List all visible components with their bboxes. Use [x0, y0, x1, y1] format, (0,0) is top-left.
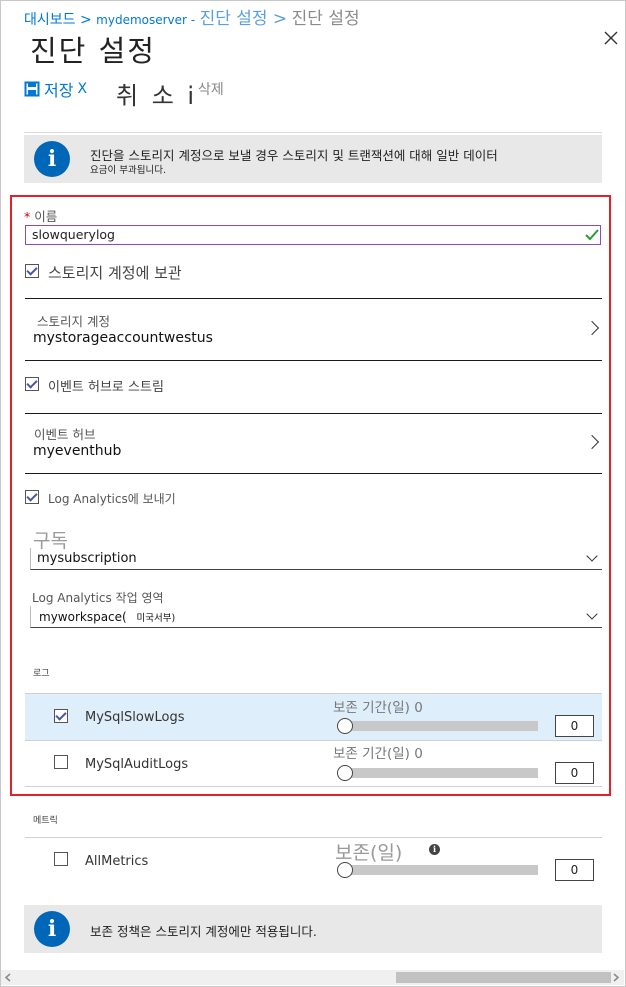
name-label-row: * 이름 — [24, 206, 57, 225]
storage-checkbox[interactable] — [25, 264, 39, 278]
info-retention-text: 보존 정책은 스토리지 계정에만 적용됩니다. — [90, 924, 317, 939]
subscription-value: mysubscription — [37, 551, 137, 566]
retention-days-input[interactable]: 0 — [555, 762, 594, 784]
retention-label: 보존(일) — [335, 842, 403, 864]
retention-label: 보존 기간(일) 0 — [333, 700, 423, 716]
breadcrumb-dashboard[interactable]: 대시보드 > — [24, 12, 92, 28]
storage-account-picker[interactable]: 스토리지 계정 mystorageaccountwestus — [25, 300, 602, 360]
eventhub-checkbox[interactable] — [25, 377, 39, 391]
chevron-right-icon — [584, 320, 600, 336]
workspace-region: 미국서부) — [136, 613, 176, 624]
workspace-value: myworkspace( 미국서부) — [39, 610, 175, 624]
info-banner-retention: i 보존 정책은 스토리지 계정에만 적용됩니다. — [24, 905, 602, 953]
workspace-dropdown[interactable]: myworkspace( 미국서부) — [30, 606, 602, 628]
log-row-checkbox[interactable] — [54, 709, 68, 723]
log-row-checkbox[interactable] — [54, 755, 68, 769]
scroll-right-icon[interactable] — [612, 973, 620, 982]
horizontal-scrollbar[interactable] — [1, 970, 624, 985]
log-row-name: MySqlAuditLogs — [85, 757, 189, 772]
close-icon[interactable] — [603, 30, 619, 46]
eventhub-checkbox-label: 이벤트 허브로 스트림 — [48, 380, 164, 395]
log-analytics-checkbox[interactable] — [25, 490, 39, 504]
save-label: 저장 — [44, 81, 74, 100]
scrollbar-thumb[interactable] — [396, 972, 611, 983]
breadcrumb-server[interactable]: mydemoserver - — [96, 13, 195, 27]
log-analytics-label: Log Analytics에 보내기 — [48, 492, 176, 506]
workspace-label: Log Analytics 작업 영역 — [32, 591, 164, 605]
divider — [25, 837, 602, 838]
storage-account-label: 스토리지 계정 — [37, 314, 110, 329]
retention-days-input[interactable]: 0 — [555, 715, 594, 737]
save-icon — [24, 81, 40, 97]
name-input[interactable]: slowquerylog — [25, 225, 601, 245]
divider — [25, 740, 602, 741]
save-x: X — [77, 81, 88, 97]
scroll-left-icon[interactable] — [4, 973, 12, 982]
cancel-button[interactable]: 취 소 i — [116, 76, 197, 111]
divider — [25, 360, 602, 361]
retention-slider-track[interactable] — [340, 721, 538, 731]
subscription-dropdown[interactable]: mysubscription — [30, 548, 602, 570]
info-icon: i — [34, 141, 70, 177]
delete-button[interactable]: 삭제 — [198, 79, 224, 99]
workspace-name: myworkspace( — [39, 610, 127, 624]
breadcrumb-diagnostics[interactable]: 진단 설정 > — [200, 9, 288, 29]
metric-row-name: AllMetrics — [85, 854, 149, 869]
breadcrumb-current: 진단 설정 — [291, 9, 360, 29]
retention-slider-track[interactable] — [340, 768, 538, 778]
divider — [25, 473, 602, 474]
breadcrumb: 대시보드 > mydemoserver - 진단 설정 > 진단 설정 — [24, 4, 360, 29]
retention-label: 보존 기간(일) 0 — [333, 746, 423, 762]
metrics-section-label: 메트릭 — [33, 816, 58, 826]
chevron-right-icon — [584, 434, 600, 450]
retention-slider-handle[interactable] — [337, 765, 353, 781]
logs-section-label: 로그 — [33, 669, 50, 679]
retention-slider-handle[interactable] — [337, 862, 353, 878]
retention-slider-track[interactable] — [340, 865, 538, 875]
metric-row-checkbox[interactable] — [54, 852, 68, 866]
page-title: 진단 설정 — [30, 34, 156, 68]
log-row-name: MySqlSlowLogs — [85, 710, 185, 725]
name-label: 이름 — [34, 209, 58, 224]
storage-checkbox-label: 스토리지 계정에 보관 — [48, 264, 182, 282]
info-banner-cost: i 진단을 스토리지 계정으로 보낼 경우 스토리지 및 트랜잭션에 대해 일반… — [24, 135, 602, 183]
info-icon: i — [34, 911, 70, 947]
eventhub-label: 이벤트 허브 — [34, 427, 96, 442]
storage-account-value: mystorageaccountwestus — [33, 330, 213, 346]
valid-check-icon — [585, 229, 599, 241]
retention-days-input[interactable]: 0 — [555, 859, 594, 881]
required-mark: * — [24, 209, 31, 224]
chevron-down-icon — [586, 608, 598, 620]
eventhub-value: myeventhub — [33, 443, 122, 459]
divider — [25, 786, 602, 787]
chevron-down-icon — [586, 550, 598, 562]
info-tooltip-icon[interactable]: i — [429, 844, 440, 855]
divider — [25, 298, 602, 299]
eventhub-picker[interactable]: 이벤트 허브 myeventhub — [25, 414, 602, 473]
retention-slider-handle[interactable] — [337, 718, 353, 734]
toolbar-divider — [24, 132, 602, 133]
save-button[interactable]: 저장 X — [24, 77, 87, 101]
info-line-2: 요금이 부과됩니다. — [90, 165, 166, 176]
